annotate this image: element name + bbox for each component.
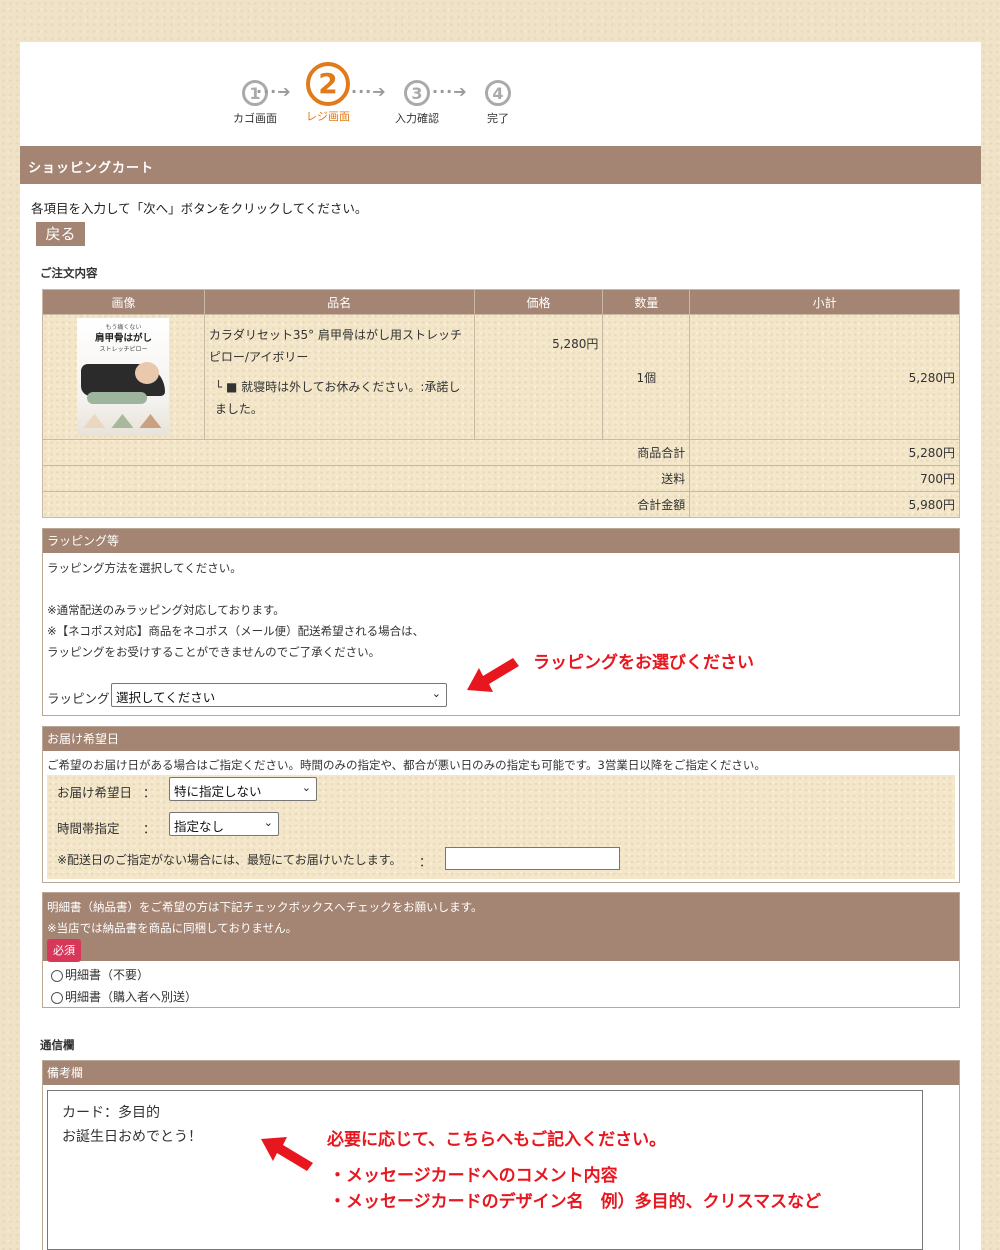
page-container: 1 カゴ画面 ···➔ 2 レジ画面 ···➔ 3 入力確認 ···➔ 4 完了… — [20, 42, 981, 1250]
total-row: 合計金額 5,980円 — [41, 491, 960, 518]
pillow-shape — [87, 392, 148, 404]
total-label: 商品合計 — [41, 439, 691, 466]
step-arrow-icon: ···➔ — [256, 82, 292, 101]
remarks-annotation-line: ・メッセージカードへのコメント内容 — [329, 1166, 618, 1186]
step-label: 入力確認 — [395, 112, 439, 125]
step-label: レジ画面 — [306, 110, 350, 123]
order-section-title: ご注文内容 — [40, 266, 98, 280]
invoice-option[interactable]: 明細書（不要） — [51, 966, 149, 983]
step-number: 4 — [485, 80, 511, 106]
invoice-section: 明細書（納品書）をご希望の方は下記チェックボックスへチェックをお願いします。 ※… — [42, 892, 960, 1008]
invoice-option-label: 明細書（不要） — [65, 968, 150, 982]
product-name-cell: カラダリセット35° 肩甲骨はがし用ストレッチピロー/アイボリー └ ■ 就寝時… — [203, 314, 475, 440]
step-number: 2 — [306, 62, 350, 106]
delivery-header: お届け希望日 — [43, 727, 959, 751]
product-image[interactable]: もう痛くない 肩甲骨はがし ストレッチピロー — [77, 318, 170, 436]
remarks-annotation-title: 必要に応じて、こちらへもご記入ください。 — [327, 1130, 667, 1150]
delivery-date-select[interactable]: 特に指定しない ⌄ — [169, 777, 317, 801]
invoice-instruction: 明細書（納品書）をご希望の方は下記チェックボックスへチェックをお願いします。 — [47, 900, 483, 914]
delivery-time-value: 指定なし — [174, 819, 225, 834]
wrapping-section: ラッピング等 ラッピング方法を選択してください。 ※通常配送のみラッピング対応し… — [42, 528, 960, 716]
delivery-note: ご希望のお届け日がある場合はご指定ください。時間のみの指定や、都合が悪い日のみの… — [47, 758, 766, 772]
thumb-main-text: 肩甲骨はがし — [94, 333, 152, 344]
invoice-option[interactable]: 明細書（購入者へ別送） — [51, 988, 197, 1005]
remarks-section: 備考欄 カード：多目的 お誕生日おめでとう！ 必要に応じて、こちらへもご記入くだ… — [42, 1060, 960, 1250]
delivery-section: お届け希望日 ご希望のお届け日がある場合はご指定ください。時間のみの指定や、都合… — [42, 726, 960, 883]
column-header: 小計 — [689, 289, 960, 315]
red-arrow-icon — [261, 1137, 313, 1171]
step-complete: 4 完了 — [463, 80, 533, 126]
wrapping-note: ラッピングをお受けすることができませんのでご了承ください。 — [47, 645, 381, 659]
nodate-label: ※配送日のご指定がない場合には、最短にてお届けいたします。 — [57, 853, 402, 867]
wrapping-instruction: ラッピング方法を選択してください。 — [47, 561, 242, 575]
column-header: 画像 — [42, 289, 205, 315]
order-table: 画像 品名 価格 数量 小計 もう痛くない 肩甲骨はがし ストレッチピロー カラ… — [41, 289, 960, 518]
back-button[interactable]: 戻る — [36, 222, 85, 246]
pillow-ivory — [83, 414, 106, 428]
wrapping-select[interactable]: 選択してください ⌄ — [111, 683, 447, 707]
invoice-header: 明細書（納品書）をご希望の方は下記チェックボックスへチェックをお願いします。 ※… — [43, 893, 959, 962]
step-label: 完了 — [487, 112, 509, 125]
delivery-time-label: 時間帯指定 — [57, 821, 120, 836]
radio-button[interactable] — [51, 969, 63, 982]
wrapping-annotation: ラッピングをお選びください — [533, 653, 754, 673]
step-number: 3 — [404, 80, 430, 106]
remarks-annotation-line: ・メッセージカードのデザイン名 例）多目的、クリスマスなど — [329, 1192, 822, 1212]
product-image-cell: もう痛くない 肩甲骨はがし ストレッチピロー — [42, 314, 205, 440]
product-price: 5,280円 — [473, 314, 604, 440]
wrapping-note: ※通常配送のみラッピング対応しております。 — [47, 603, 285, 617]
column-header: 価格 — [473, 289, 604, 315]
checkout-progress: 1 カゴ画面 ···➔ 2 レジ画面 ···➔ 3 入力確認 ···➔ 4 完了 — [20, 42, 981, 146]
radio-button[interactable] — [51, 991, 63, 1004]
product-qty: 1個 — [602, 314, 691, 440]
delivery-date-value: 特に指定しない — [174, 784, 262, 799]
product-option: └ ■ 就寝時は外してお休みください。:承諾しました。 — [214, 380, 461, 416]
wrapping-header: ラッピング等 — [43, 529, 959, 553]
total-value: 5,280円 — [689, 439, 960, 466]
invoice-option-label: 明細書（購入者へ別送） — [65, 990, 198, 1004]
required-badge: 必須 — [47, 939, 81, 962]
table-header-row: 画像 品名 価格 数量 小計 — [42, 289, 960, 315]
comm-section-title: 通信欄 — [40, 1038, 75, 1052]
colon: ： — [419, 854, 432, 869]
total-row: 送料 700円 — [41, 465, 960, 492]
remarks-header: 備考欄 — [43, 1061, 959, 1085]
colon: ： — [143, 821, 156, 836]
nodate-input[interactable] — [445, 847, 620, 870]
total-value: 5,980円 — [689, 491, 960, 518]
wrapping-note: ※【ネコポス対応】商品をネコポス（メール便）配送希望される場合は、 — [47, 624, 425, 638]
delivery-form: お届け希望日 ： 特に指定しない ⌄ 時間帯指定 ： 指定なし ⌄ ※配送日のご… — [47, 775, 955, 879]
wrapping-select-value: 選択してください — [116, 690, 216, 705]
product-name: カラダリセット35° 肩甲骨はがし用ストレッチピロー/アイボリー — [208, 328, 462, 364]
cart-header: ショッピングカート — [20, 146, 981, 184]
pillow-brown — [139, 414, 162, 428]
product-subtotal: 5,280円 — [689, 314, 960, 440]
total-label: 合計金額 — [41, 491, 691, 518]
chevron-down-icon: ⌄ — [301, 781, 311, 794]
pillow-green — [111, 414, 134, 428]
wrapping-select-label: ラッピング — [47, 691, 110, 706]
remarks-line: カード：多目的 — [62, 1105, 160, 1121]
table-row: もう痛くない 肩甲骨はがし ストレッチピロー カラダリセット35° 肩甲骨はがし… — [42, 314, 960, 440]
total-row: 商品合計 5,280円 — [41, 439, 960, 466]
column-header: 数量 — [602, 289, 691, 315]
thumb-sub-text: ストレッチピロー — [99, 346, 148, 353]
delivery-date-label: お届け希望日 — [57, 785, 133, 800]
colon: ： — [143, 785, 156, 800]
instruction-text: 各項目を入力して「次へ」ボタンをクリックしてください。 — [31, 201, 368, 216]
step-label: カゴ画面 — [233, 112, 277, 125]
red-arrow-icon — [467, 658, 519, 692]
chevron-down-icon: ⌄ — [263, 816, 273, 829]
total-value: 700円 — [689, 465, 960, 492]
chevron-down-icon: ⌄ — [431, 687, 441, 700]
invoice-note: ※当店では納品書を商品に同梱しておりません。 — [47, 921, 298, 935]
delivery-time-select[interactable]: 指定なし ⌄ — [169, 812, 279, 836]
total-label: 送料 — [41, 465, 691, 492]
column-header: 品名 — [203, 289, 475, 315]
